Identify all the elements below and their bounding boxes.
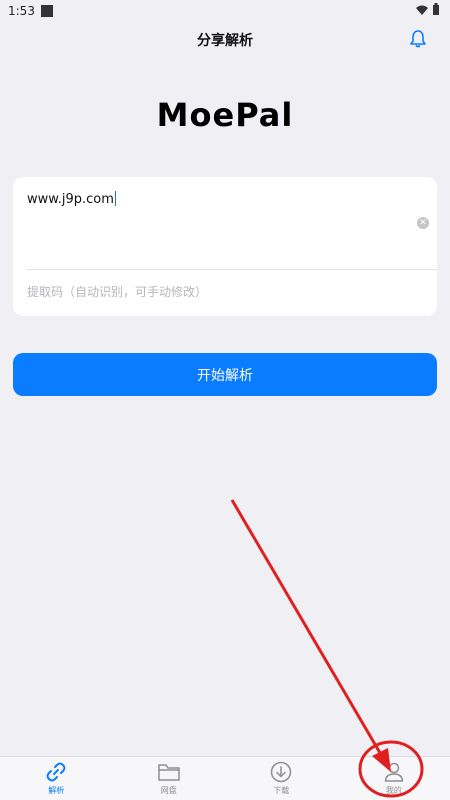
tab-label: 我的 xyxy=(385,786,402,795)
clear-icon[interactable]: ✕ xyxy=(417,217,429,229)
page-title: 分享解析 xyxy=(197,33,253,49)
bottom-tab-bar: 解析 网盘 下载 我的 xyxy=(0,756,450,800)
download-icon xyxy=(271,761,292,783)
bell-icon[interactable] xyxy=(408,29,428,49)
annotation-arrow-line xyxy=(230,499,385,759)
tab-netdisk[interactable]: 网盘 xyxy=(113,757,226,800)
tab-label: 下载 xyxy=(273,786,290,795)
status-time: 1:53 xyxy=(8,4,35,18)
wifi-icon xyxy=(416,5,428,15)
battery-icon xyxy=(433,3,439,15)
link-icon xyxy=(46,762,66,782)
tab-parse[interactable]: 解析 xyxy=(0,757,113,800)
app-logo: MoePal xyxy=(156,96,294,134)
share-link-value: www.j9p.com xyxy=(27,192,114,207)
extract-code-input[interactable] xyxy=(27,281,417,303)
notification-square-icon xyxy=(40,5,53,17)
parse-form-card: www.j9p.com ✕ xyxy=(13,177,437,316)
share-link-input[interactable]: www.j9p.com xyxy=(27,191,407,261)
folder-icon xyxy=(158,764,180,781)
tab-profile[interactable]: 我的 xyxy=(338,757,450,800)
field-divider xyxy=(27,269,437,270)
tab-label: 网盘 xyxy=(160,786,177,795)
status-icons xyxy=(416,3,440,16)
status-bar: 1:53 xyxy=(0,0,450,22)
user-icon xyxy=(384,762,403,782)
start-parse-button[interactable]: 开始解析 xyxy=(13,353,437,396)
tab-download[interactable]: 下载 xyxy=(225,757,338,800)
tab-label: 解析 xyxy=(48,786,65,795)
text-caret xyxy=(114,191,116,206)
